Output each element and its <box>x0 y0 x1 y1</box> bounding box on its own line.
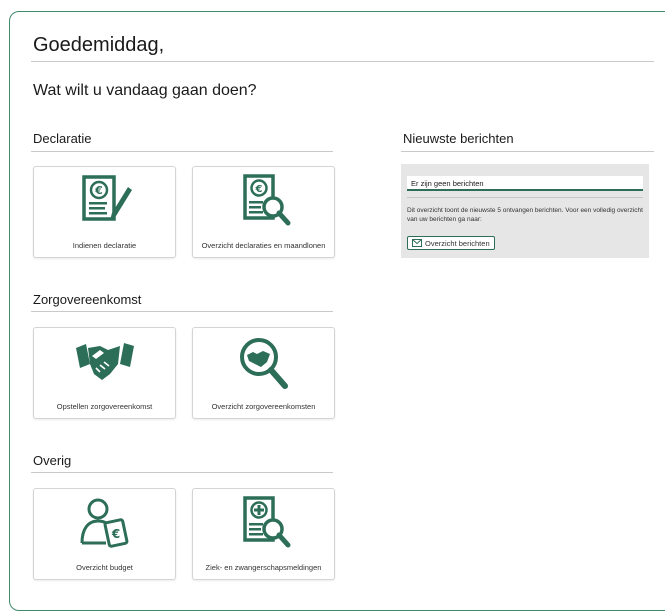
handshake-icon <box>75 343 134 380</box>
svg-text:€: € <box>94 184 103 197</box>
tile-overzicht-budget[interactable]: € Overzicht budget <box>33 488 176 580</box>
section-divider <box>31 311 333 312</box>
news-empty-message: Er zijn geen berichten <box>407 176 643 191</box>
tile-label: Opstellen zorgovereenkomst <box>56 402 153 411</box>
section-title-declaratie: Declaratie <box>33 131 92 146</box>
tile-label: Overzicht declaraties en maandlonen <box>201 241 326 250</box>
greeting-divider <box>31 61 654 62</box>
euro-document-search-icon: € <box>242 174 290 226</box>
envelope-icon <box>412 239 422 247</box>
news-separator <box>407 197 643 198</box>
person-euro-icon: € <box>80 498 128 548</box>
overzicht-berichten-button[interactable]: Overzicht berichten <box>407 236 495 250</box>
svg-text:€: € <box>254 184 262 195</box>
news-info-text: Dit overzicht toont de nieuwste 5 ontvan… <box>407 207 643 223</box>
tile-indienen-declaratie[interactable]: € Indienen declaratie <box>33 166 176 258</box>
tile-overzicht-declaraties[interactable]: € Overzicht declaraties en maandlonen <box>192 166 335 258</box>
section-title-overig: Overig <box>33 453 72 468</box>
tile-label: Indienen declaratie <box>72 241 137 250</box>
tile-label: Overzicht zorgovereenkomsten <box>211 402 316 411</box>
news-title: Nieuwste berichten <box>403 131 514 146</box>
page-question: Wat wilt u vandaag gaan doen? <box>33 82 257 99</box>
greeting: Goedemiddag, <box>33 34 165 56</box>
tile-label: Ziek- en zwangerschapsmeldingen <box>205 563 322 572</box>
medical-document-search-icon <box>242 496 290 548</box>
tile-opstellen-zorgovereenkomst[interactable]: Opstellen zorgovereenkomst <box>33 327 176 419</box>
section-title-zorgovereenkomst: Zorgovereenkomst <box>33 292 142 307</box>
svg-text:€: € <box>110 527 119 541</box>
tile-ziek-zwangerschapsmeldingen[interactable]: Ziek- en zwangerschapsmeldingen <box>192 488 335 580</box>
euro-document-pen-icon: € <box>81 175 132 221</box>
section-divider <box>31 472 333 473</box>
tile-label: Overzicht budget <box>76 563 133 572</box>
news-panel: Er zijn geen berichten Dit overzicht too… <box>401 164 649 258</box>
news-divider <box>401 151 654 152</box>
handshake-search-icon <box>239 338 288 389</box>
section-divider <box>31 151 333 152</box>
overzicht-berichten-label: Overzicht berichten <box>425 238 490 248</box>
tile-overzicht-zorgovereenkomsten[interactable]: Overzicht zorgovereenkomsten <box>192 327 335 419</box>
